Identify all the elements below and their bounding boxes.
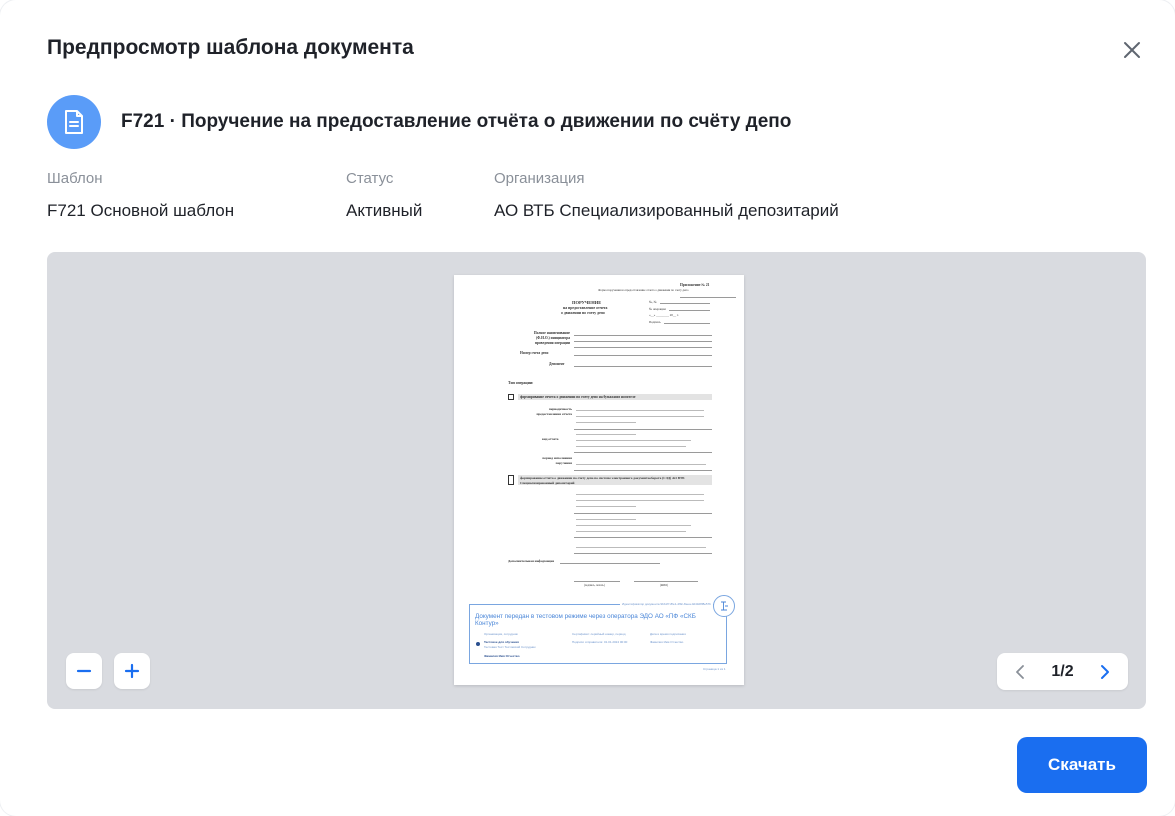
edo-stamp: Идентификатор документа 9bb1f7-8fe1-4f9c…: [469, 602, 727, 664]
organization-value: АО ВТБ Специализированный депозитарий: [494, 201, 839, 220]
page-reg-label: № операции: [649, 307, 666, 311]
chevron-right-icon: [1101, 664, 1109, 679]
page-account-label: Номер счета депо: [520, 351, 549, 355]
page-period-label: период исполнения поручения: [542, 456, 572, 465]
page-paper-label: формирование отчета о движении по счету …: [520, 395, 636, 399]
close-icon[interactable]: [1120, 38, 1144, 62]
download-button[interactable]: Скачать: [1017, 737, 1147, 793]
page-indicator: 1/2: [1051, 662, 1074, 680]
stamp-link: Фамилия Имя Отчество: [650, 640, 684, 644]
next-page-button[interactable]: [1096, 663, 1114, 681]
organization-label: Организация: [494, 170, 585, 187]
page-appendix: Приложение № 21: [680, 283, 710, 287]
stamp-col2: Сертификат: серийный номер, период: [572, 632, 626, 636]
zoom-out-button[interactable]: [66, 653, 102, 689]
preview-modal: Предпросмотр шаблона документа F721 · По…: [0, 0, 1175, 816]
page-fio-label: (ФИО): [660, 584, 669, 587]
page-sign-name-label: (подпись, печать): [584, 584, 605, 587]
page-heading2: на предоставление отчета: [563, 306, 608, 310]
stamp-sign-link: Фамилия Имя Отчество: [484, 654, 520, 658]
prev-page-button[interactable]: [1011, 663, 1029, 681]
status-label: Статус: [346, 170, 394, 187]
document-title: F721 · Поручение на предоставление отчёт…: [121, 111, 792, 132]
plus-icon: [124, 663, 140, 679]
page-full-name-label: Полное наименование (Ф.И.О.) инициатора …: [533, 331, 570, 345]
stamp-row2: Подписи отправителя: 01.01.2024 00:00: [572, 640, 628, 644]
page-sign-label: Подпись: [649, 320, 661, 324]
stamp-row1a: Тестовое для обучения: [484, 640, 519, 644]
stamp-seal-icon: [713, 595, 735, 617]
stamp-page: Страница 1 из 1: [703, 667, 726, 671]
page-heading: ПОРУЧЕНИЕ: [572, 300, 602, 305]
document-page-preview: Приложение № 21 Форма поручения на предо…: [454, 275, 744, 685]
stamp-title: Документ передан в тестовом режиме через…: [475, 613, 696, 627]
page-pager: 1/2: [997, 653, 1128, 690]
modal-title: Предпросмотр шаблона документа: [47, 36, 414, 59]
zoom-in-button[interactable]: [114, 653, 150, 689]
page-date-label: «__» ________ 20__ г.: [649, 313, 679, 317]
stamp-col1: Организация, сотрудник: [484, 632, 518, 636]
page-report-type-label: вид отчета: [542, 437, 559, 441]
stamp-row1b: Тестовая Тест Тестовский Сотрудник: [484, 645, 536, 649]
page-periodicity-label: периодичность предоставления отчета: [536, 407, 572, 416]
chevron-left-icon: [1016, 664, 1024, 679]
minus-icon: [76, 669, 92, 673]
page-form-note: Форма поручения на предоставление отчета…: [598, 288, 689, 292]
template-label: Шаблон: [47, 170, 103, 187]
template-value: F721 Основной шаблон: [47, 201, 235, 220]
stamp-col3: Дата и время подписания: [650, 632, 686, 636]
document-viewer[interactable]: Приложение № 21 Форма поручения на предо…: [47, 252, 1146, 709]
status-value: Активный: [346, 201, 423, 220]
page-op-type-label: Тип операции:: [508, 381, 534, 385]
page-depositor-label: Депонент: [549, 362, 565, 366]
stamp-doc-id: Идентификатор документа 9bb1f7-8fe1-4f9c…: [620, 602, 713, 606]
page-heading3: о движении по счету депо: [561, 311, 605, 315]
page-electronic-label: формирование отчета о движении по счету …: [520, 476, 685, 485]
page-num-label: №, №: [649, 300, 657, 304]
page-extra-info-label: Дополнительная информация: [508, 559, 555, 563]
document-icon: [47, 95, 101, 149]
